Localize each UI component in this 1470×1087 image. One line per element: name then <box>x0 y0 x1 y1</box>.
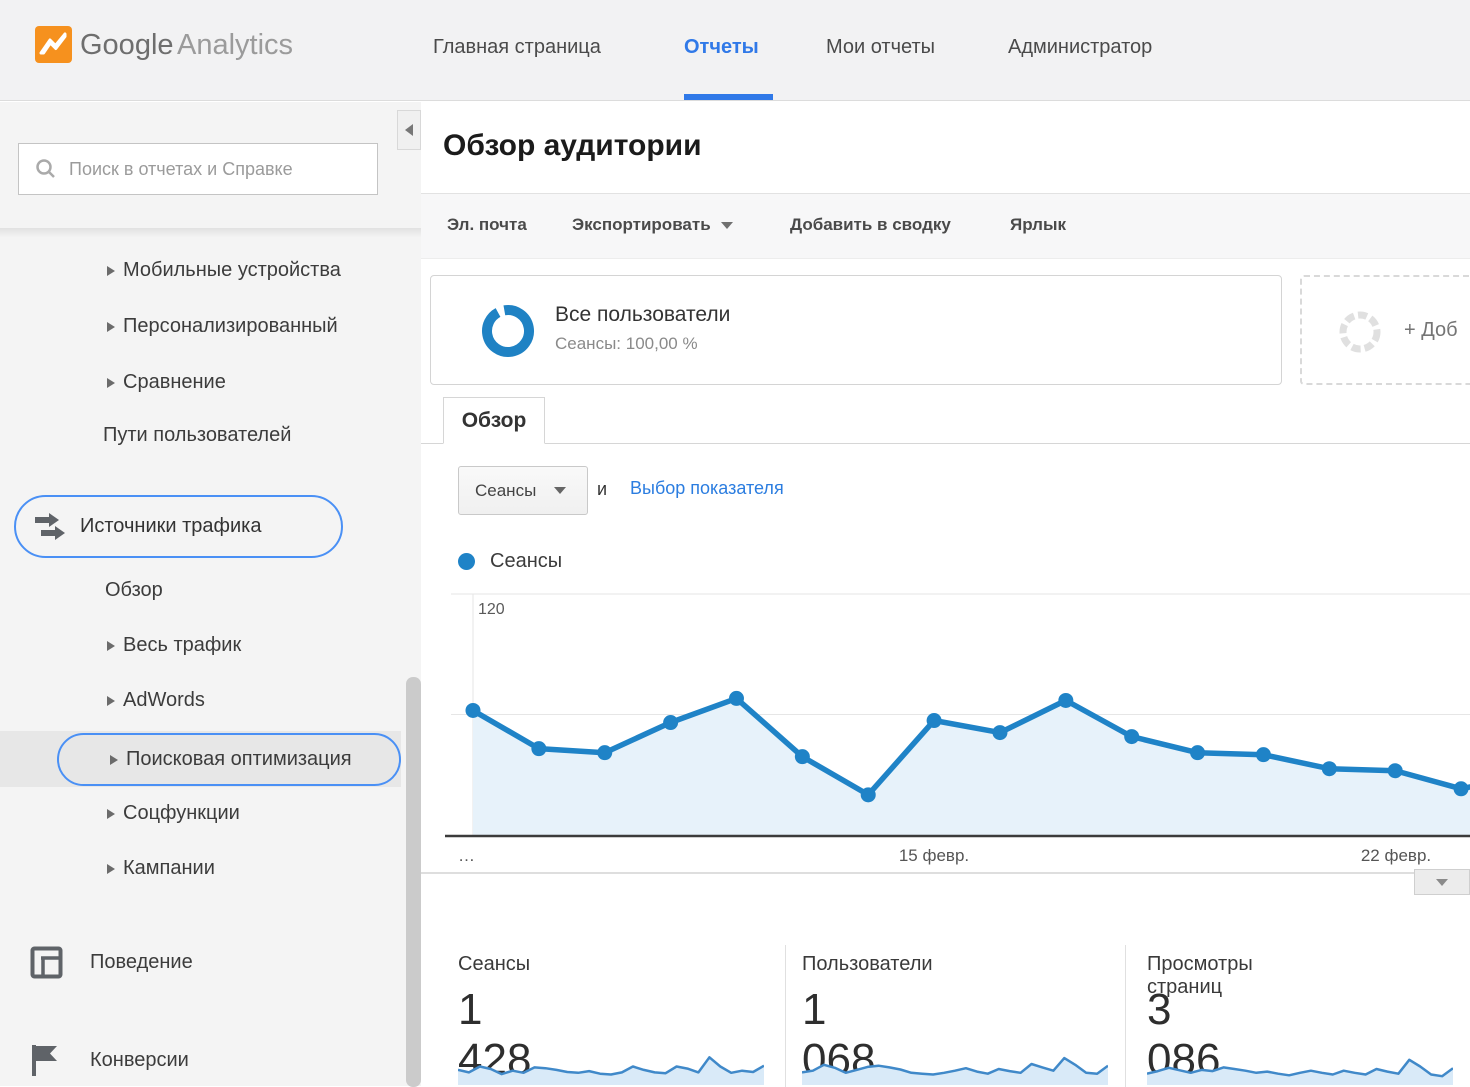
sidebar-item-traffic-sources[interactable]: Источники трафика <box>14 495 343 558</box>
chevron-left-icon <box>405 124 413 136</box>
sidebar-item-mobile[interactable]: Мобильные устройства <box>107 259 341 282</box>
expand-arrow-icon <box>107 696 115 706</box>
search-icon <box>35 158 57 180</box>
expand-arrow-icon <box>107 864 115 874</box>
legend-dot-icon <box>458 553 475 570</box>
conversions-flag-icon <box>30 1043 62 1077</box>
expand-arrow-icon <box>110 755 118 765</box>
expand-arrow-icon <box>107 378 115 388</box>
select-metric-link[interactable]: Выбор показателя <box>630 478 784 499</box>
chart-bottom-divider <box>421 872 1470 874</box>
sparkline <box>458 1041 764 1087</box>
caret-down-icon <box>1436 879 1448 886</box>
sidebar-item-behavior[interactable]: Поведение <box>30 946 193 979</box>
sidebar-shadow <box>0 228 421 238</box>
brand-google: Google <box>80 29 174 62</box>
expand-arrow-icon <box>107 809 115 819</box>
svg-text:120: 120 <box>478 601 505 618</box>
metric-dropdown[interactable]: Сеансы <box>458 466 588 515</box>
search-input[interactable] <box>69 159 359 180</box>
stat-divider <box>1125 945 1126 1087</box>
sidebar-item-campaigns[interactable]: Кампании <box>107 857 215 880</box>
report-toolbar: Эл. почта Экспортировать Добавить в свод… <box>421 193 1470 259</box>
sidebar-item-benchmarking[interactable]: Сравнение <box>107 371 226 394</box>
sparkline <box>802 1041 1108 1087</box>
add-segment-card[interactable]: + Доб <box>1300 275 1470 385</box>
caret-down-icon <box>554 487 566 494</box>
traffic-sources-icon <box>32 509 68 545</box>
sidebar-item-seo[interactable]: Поисковая оптимизация <box>57 733 401 786</box>
sidebar-item-adwords[interactable]: AdWords <box>107 689 205 712</box>
sparkline <box>1147 1041 1453 1087</box>
expand-arrow-icon <box>107 266 115 276</box>
tab-strip-line <box>421 443 1470 444</box>
stat-label: Пользователи <box>802 953 933 976</box>
behavior-icon <box>30 946 63 979</box>
caret-down-icon <box>721 222 733 229</box>
chart-scroll-down-button[interactable] <box>1414 869 1470 895</box>
nav-admin[interactable]: Администратор <box>1008 36 1152 59</box>
sidebar-item-overview[interactable]: Обзор <box>105 579 163 602</box>
segment-card-all-users[interactable]: Все пользователи Сеансы: 100,00 % <box>430 275 1282 385</box>
chart-legend: Сеансы <box>458 550 562 573</box>
x-axis-tick: 22 февр. <box>1361 846 1431 866</box>
page-title: Обзор аудитории <box>443 129 702 163</box>
sidebar-item-social[interactable]: Соцфункции <box>107 802 240 825</box>
conjunction-text: и <box>597 479 607 500</box>
sidebar-item-user-flow[interactable]: Пути пользователей <box>103 424 291 447</box>
expand-arrow-icon <box>107 322 115 332</box>
sidebar-scrollbar[interactable] <box>406 677 421 1087</box>
nav-home[interactable]: Главная страница <box>433 36 601 59</box>
sidebar-item-conversions[interactable]: Конверсии <box>30 1043 189 1077</box>
add-to-dashboard-button[interactable]: Добавить в сводку <box>790 215 951 235</box>
sidebar-item-custom[interactable]: Персонализированный <box>107 315 338 338</box>
search-box[interactable] <box>18 143 378 195</box>
add-segment-label: + Доб <box>1404 319 1458 342</box>
export-button[interactable]: Экспортировать <box>572 215 733 235</box>
stat-label: Сеансы <box>458 953 530 976</box>
tab-overview[interactable]: Обзор <box>443 397 545 444</box>
email-button[interactable]: Эл. почта <box>447 215 527 235</box>
active-tab-underline <box>684 94 773 100</box>
x-axis-tick: 15 февр. <box>899 846 969 866</box>
segment-donut-icon <box>481 304 535 358</box>
legend-label: Сеансы <box>490 550 562 573</box>
segment-title: Все пользователи <box>555 303 730 327</box>
stat-divider <box>785 945 786 1087</box>
x-axis-tick: … <box>458 846 475 866</box>
empty-segment-donut-icon <box>1338 310 1382 354</box>
segment-subtitle: Сеансы: 100,00 % <box>555 334 698 354</box>
app-header: Google Analytics Главная страница Отчеты… <box>0 0 1470 101</box>
sidebar-item-all-traffic[interactable]: Весь трафик <box>107 634 241 657</box>
shortcut-button[interactable]: Ярлык <box>1010 215 1066 235</box>
nav-my-reports[interactable]: Мои отчеты <box>826 36 935 59</box>
sidebar: Мобильные устройства Персонализированный… <box>0 102 421 1086</box>
google-analytics-logo-icon <box>35 26 72 63</box>
sessions-line-chart: 12060 <box>421 586 1470 842</box>
brand-analytics: Analytics <box>177 29 293 62</box>
expand-arrow-icon <box>107 641 115 651</box>
nav-reports[interactable]: Отчеты <box>684 36 759 59</box>
main-content: Обзор аудитории Эл. почта Экспортировать… <box>421 102 1470 1086</box>
sidebar-collapse-button[interactable] <box>397 110 421 150</box>
